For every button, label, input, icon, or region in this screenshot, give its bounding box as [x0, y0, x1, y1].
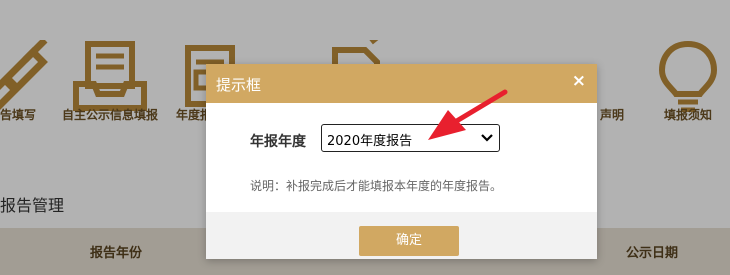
report-year-select[interactable]: 2020年度报告 [321, 124, 500, 152]
dialog-footer: 确定 [206, 212, 597, 259]
prompt-dialog: 提示框 × 年报年度 2020年度报告 说明：补报完成后才能填报本年度的年度报告… [206, 64, 597, 259]
chevron-down-icon [481, 134, 493, 142]
close-button[interactable]: × [572, 71, 586, 91]
dialog-header: 提示框 × [206, 64, 597, 103]
annual-report-year-label: 年报年度 [250, 134, 306, 150]
dialog-title: 提示框 [216, 76, 262, 94]
confirm-button[interactable]: 确定 [359, 226, 459, 256]
select-value: 2020年度报告 [327, 134, 413, 149]
instruction-note: 说明：补报完成后才能填报本年度的年度报告。 [250, 179, 503, 193]
